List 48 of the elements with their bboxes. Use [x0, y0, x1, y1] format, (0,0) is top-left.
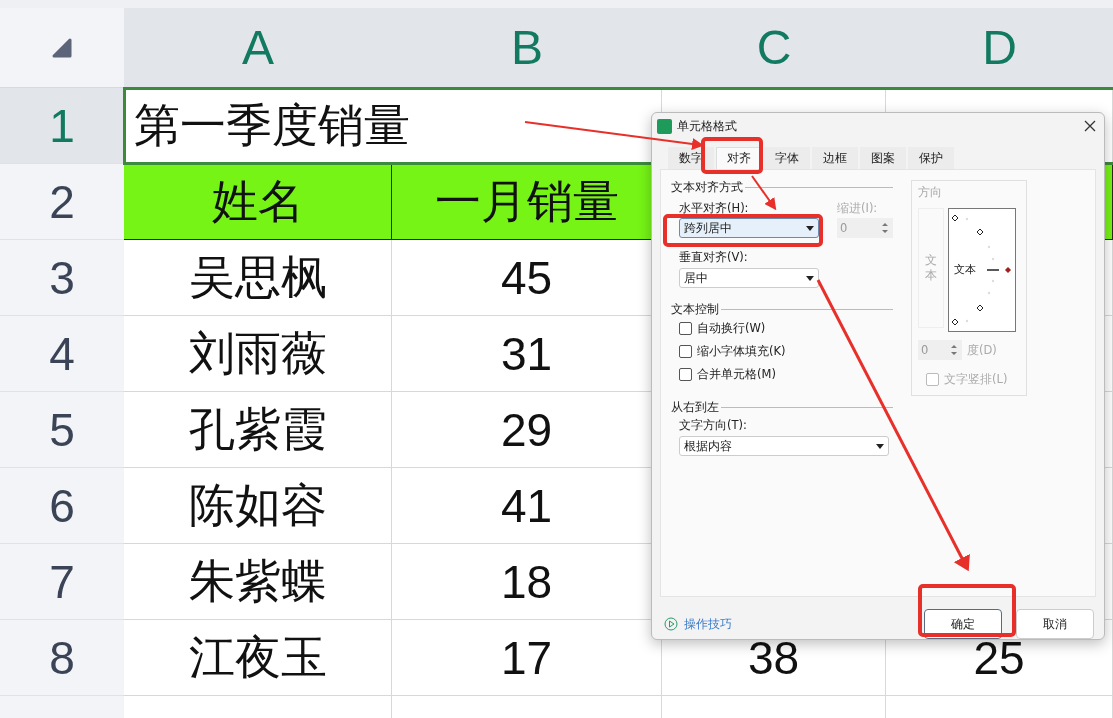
column-header[interactable]: A [124, 8, 392, 88]
section-heading: 从右到左 [671, 400, 719, 415]
table-cell: 陈如容 [124, 468, 392, 544]
checkbox-option[interactable]: 自动换行(W) [679, 321, 893, 336]
close-icon[interactable] [1084, 120, 1096, 132]
field-label: 文字方向(T): [679, 418, 747, 433]
row-header[interactable]: 4 [0, 316, 124, 392]
dialog-tab[interactable]: 字体 [764, 147, 810, 169]
table-cell: 江夜玉 [124, 620, 392, 696]
row-header[interactable]: 2 [0, 164, 124, 240]
horizontal-text-label: 文本 [954, 262, 976, 277]
table-cell: 刘雨薇 [124, 316, 392, 392]
row-header[interactable]: 3 [0, 240, 124, 316]
table-cell: 朱紫蝶 [124, 544, 392, 620]
select-all-icon[interactable] [50, 37, 74, 58]
row-header[interactable]: 1 [0, 88, 124, 164]
cancel-button[interactable]: 取消 [1016, 609, 1094, 639]
field-label: 缩进(I): [837, 201, 879, 216]
column-header[interactable]: B [392, 8, 662, 88]
section-heading: 文本控制 [671, 302, 719, 317]
row-header[interactable]: 7 [0, 544, 124, 620]
column-header[interactable]: D [886, 8, 1113, 88]
vertical-align-dropdown[interactable]: 居中 [679, 268, 819, 288]
dialog-tab[interactable]: 保护 [908, 147, 954, 169]
row-header[interactable]: 5 [0, 392, 124, 468]
horizontal-align-dropdown[interactable]: 跨列居中 [679, 218, 819, 238]
table-cell: 吴思枫 [124, 240, 392, 316]
dialog-title: 单元格格式 [677, 117, 737, 135]
section-heading: 方向 [918, 185, 943, 200]
play-icon [664, 617, 678, 631]
annotation-arrow [751, 175, 777, 211]
highlight-frame [701, 137, 763, 174]
text-direction-dropdown[interactable]: 根据内容 [679, 436, 889, 456]
table-cell: 孔紫霞 [124, 392, 392, 468]
field-label: 水平对齐(H): [679, 201, 750, 216]
dialog-tab[interactable]: 对齐 [716, 147, 762, 169]
field-label: 垂直对齐(V): [679, 250, 748, 265]
header-cell: 姓名 [124, 164, 392, 240]
column-header[interactable]: C [662, 8, 886, 88]
checkbox-option[interactable]: 缩小字体填充(K) [679, 344, 893, 359]
checkbox-option[interactable]: 合并单元格(M) [679, 367, 893, 382]
section-heading: 文本对齐方式 [671, 180, 743, 195]
app-logo-icon [657, 118, 672, 134]
dialog-tab[interactable]: 边框 [812, 147, 858, 169]
row-header[interactable]: 8 [0, 620, 124, 696]
row-header[interactable]: 6 [0, 468, 124, 544]
field-label: 度(D) [967, 342, 997, 358]
dialog-tab[interactable]: 图案 [860, 147, 906, 169]
